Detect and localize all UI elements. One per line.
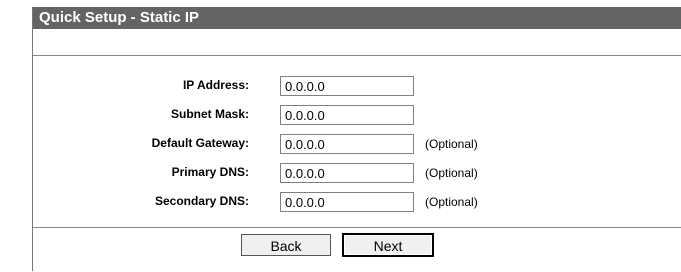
primary-dns-label: Primary DNS: — [171, 165, 249, 179]
secondary-dns-label: Secondary DNS: — [154, 194, 249, 208]
secondary-dns-optional-note: (Optional) — [425, 195, 478, 209]
default-gateway-input[interactable] — [280, 134, 414, 154]
ip-address-label: IP Address: — [182, 78, 249, 92]
next-button[interactable]: Next — [343, 234, 433, 256]
primary-dns-row: Primary DNS: (Optional) — [33, 163, 681, 183]
default-gateway-optional-note: (Optional) — [425, 137, 478, 151]
quick-setup-panel: Quick Setup - Static IP IP Address: Subn… — [32, 7, 681, 271]
default-gateway-label: Default Gateway: — [151, 136, 249, 150]
back-button[interactable]: Back — [241, 234, 331, 256]
ip-address-row: IP Address: — [33, 76, 681, 96]
primary-dns-input[interactable] — [280, 163, 414, 183]
subnet-mask-label: Subnet Mask: — [170, 107, 249, 121]
ip-address-input[interactable] — [280, 76, 414, 96]
subnet-mask-row: Subnet Mask: — [33, 105, 681, 125]
static-ip-form: IP Address: Subnet Mask: Default Gateway… — [33, 56, 681, 228]
primary-dns-optional-note: (Optional) — [425, 166, 478, 180]
spacer-row — [33, 29, 681, 56]
subnet-mask-input[interactable] — [280, 105, 414, 125]
page-title: Quick Setup - Static IP — [33, 7, 681, 29]
button-row: Back Next — [33, 228, 681, 272]
secondary-dns-input[interactable] — [280, 192, 414, 212]
secondary-dns-row: Secondary DNS: (Optional) — [33, 192, 681, 212]
default-gateway-row: Default Gateway: (Optional) — [33, 134, 681, 154]
